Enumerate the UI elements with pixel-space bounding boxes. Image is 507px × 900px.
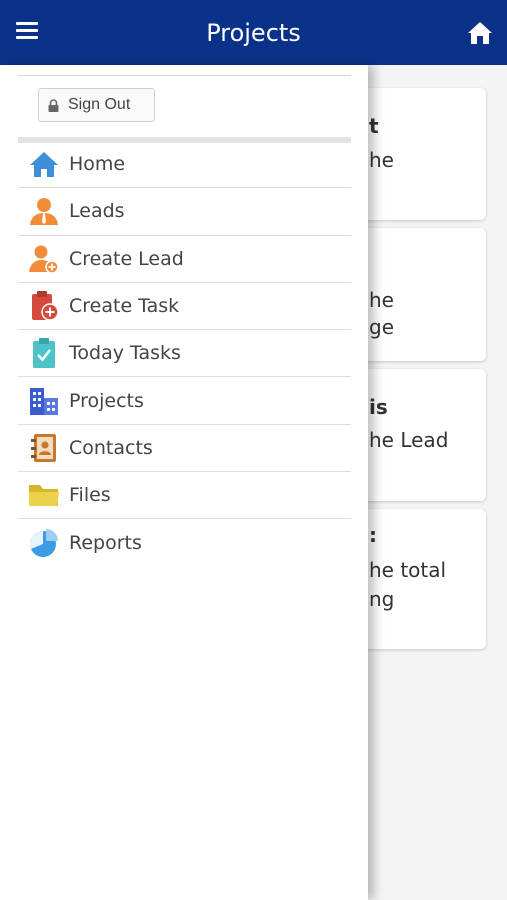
menu-item-label: Contacts xyxy=(69,436,153,459)
card-text: he xyxy=(369,288,394,312)
menu-item-create-lead[interactable]: Create Lead xyxy=(18,236,351,283)
menu-item-contacts[interactable]: Contacts xyxy=(18,425,351,473)
menu-item-create-task[interactable]: Create Task xyxy=(18,283,351,331)
menu-item-reports[interactable]: Reports xyxy=(18,519,351,566)
contacts-book-icon xyxy=(28,432,60,464)
menu-item-projects[interactable]: Projects xyxy=(18,377,351,425)
lock-icon xyxy=(48,98,59,112)
menu-item-label: Home xyxy=(69,153,126,176)
card-text: he Lead xyxy=(369,428,449,452)
side-drawer: Sign Out Home Leads Create Lead Create T… xyxy=(0,65,368,900)
card-text: ge xyxy=(369,315,394,339)
menu-item-label: Leads xyxy=(69,200,125,223)
sign-out-button[interactable]: Sign Out xyxy=(38,88,155,122)
card-text: ng xyxy=(369,587,395,611)
menu-item-today-tasks[interactable]: Today Tasks xyxy=(18,330,351,378)
menu-item-files[interactable]: Files xyxy=(18,472,351,520)
sign-out-label: Sign Out xyxy=(68,96,131,113)
menu-item-label: Create Lead xyxy=(69,247,184,270)
app-header: Projects xyxy=(0,0,507,65)
create-lead-icon xyxy=(28,243,60,275)
card-title: : xyxy=(369,523,377,547)
drawer-account-area: Sign Out xyxy=(18,75,351,143)
buildings-icon xyxy=(28,385,60,417)
hamburger-menu-icon[interactable] xyxy=(16,22,38,42)
lead-person-icon xyxy=(28,195,60,227)
card-text: he total xyxy=(369,558,447,582)
menu-item-leads[interactable]: Leads xyxy=(18,188,351,236)
menu-item-home[interactable]: Home xyxy=(18,141,351,189)
today-tasks-icon xyxy=(28,337,60,369)
card-text: he xyxy=(369,148,394,172)
home-icon xyxy=(28,148,60,180)
home-icon[interactable] xyxy=(467,20,493,46)
card-title: t xyxy=(369,114,379,138)
create-task-icon xyxy=(28,290,60,322)
page-title: Projects xyxy=(206,18,301,47)
drawer-menu: Home Leads Create Lead Create Task Today… xyxy=(18,141,351,567)
menu-item-label: Files xyxy=(69,484,111,507)
folder-icon xyxy=(28,479,60,511)
menu-item-label: Projects xyxy=(69,389,144,412)
menu-item-label: Today Tasks xyxy=(69,342,181,365)
menu-item-label: Create Task xyxy=(69,295,180,318)
card-title: is xyxy=(369,395,388,419)
menu-item-label: Reports xyxy=(69,532,142,555)
pie-chart-icon xyxy=(28,527,60,559)
